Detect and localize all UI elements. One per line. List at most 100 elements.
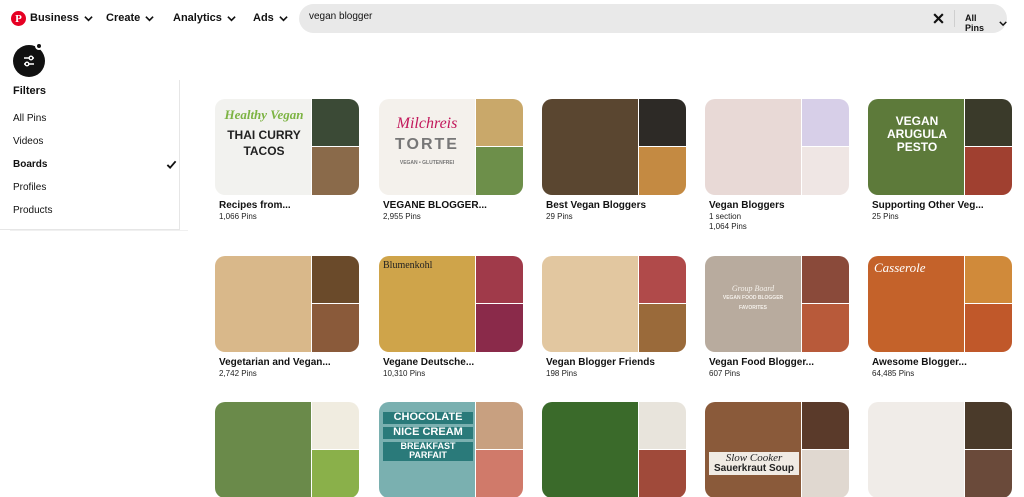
search-scope-dropdown[interactable]: All Pins [965, 13, 1007, 33]
board-cover-collage[interactable] [542, 402, 686, 497]
board-cover-collage[interactable]: Healthy Vegan THAI CURRY TACOS [215, 99, 359, 195]
nav-ads[interactable]: Ads [253, 12, 288, 24]
search-divider [954, 10, 955, 27]
nav-business[interactable]: Business [30, 12, 93, 24]
board-cover-collage[interactable] [868, 402, 1012, 497]
board-cover-collage[interactable] [705, 99, 849, 195]
board-cover-side-image [965, 304, 1012, 352]
cover-overlay-text: Healthy Vegan [224, 107, 304, 122]
board-pin-count: 10,310 Pins [383, 369, 426, 378]
chevron-down-icon [227, 15, 236, 21]
board-cover-side-image [965, 147, 1012, 195]
board-cover-side-image [639, 256, 686, 303]
board-pin-count: 64,485 Pins [872, 369, 915, 378]
filter-option-videos[interactable]: Videos [13, 136, 43, 147]
board-cover-collage[interactable]: Slow Cooker Sauerkraut Soup [705, 402, 849, 497]
board-cover-collage[interactable] [542, 99, 686, 195]
search-input[interactable] [309, 11, 909, 22]
board-cover-side-image [802, 256, 849, 303]
close-icon[interactable] [932, 12, 945, 25]
board-title[interactable]: Vegetarian and Vegan... [219, 357, 331, 368]
board-cover-collage[interactable]: Group Board VEGAN FOOD BLOGGER FAVORITES [705, 256, 849, 352]
board-card[interactable]: Milchreis TORTE VEGAN • GLUTENFREI VEGANE B… [379, 99, 523, 239]
board-cover-main-image [542, 402, 638, 497]
search-bar[interactable]: All Pins [299, 4, 1007, 33]
board-cover-collage[interactable]: Casserole [868, 256, 1012, 352]
board-title[interactable]: VEGANE BLOGGER... [383, 200, 487, 211]
board-cover-main-image [868, 402, 964, 497]
board-card[interactable]: CHOCOLATE NICE CREAM BREAKFAST PARFAIT [379, 402, 523, 497]
board-cover-collage[interactable]: VEGAN ARUGULA PESTO [868, 99, 1012, 195]
board-title[interactable]: Vegan Food Blogger... [709, 357, 814, 368]
board-cover-collage[interactable]: Blumenkohl [379, 256, 523, 352]
board-cover-main-image [542, 99, 638, 195]
board-pin-count: 25 Pins [872, 212, 899, 221]
board-card[interactable]: Vegan Bloggers 1 section 1,064 Pins [705, 99, 849, 239]
board-cover-side-image [476, 99, 523, 146]
board-cover-side-image [312, 402, 359, 449]
board-card[interactable]: Vegan Blogger Friends 198 Pins [542, 256, 686, 396]
cover-overlay-text: VEGAN • GLUTENFREI [399, 160, 455, 166]
board-title[interactable]: Recipes from... [219, 200, 291, 211]
board-cover-collage[interactable] [215, 402, 359, 497]
board-card[interactable]: Best Vegan Bloggers 29 Pins [542, 99, 686, 239]
board-card[interactable]: Blumenkohl Vegane Deutsche... 10,310 Pins [379, 256, 523, 396]
board-card[interactable]: Healthy Vegan THAI CURRY TACOS Recipes from… [215, 99, 359, 239]
board-cover-side-image [312, 450, 359, 497]
nav-analytics[interactable]: Analytics [173, 12, 236, 24]
filter-option-products[interactable]: Products [13, 205, 52, 216]
board-cover-main-image [705, 256, 801, 352]
board-card[interactable]: Slow Cooker Sauerkraut Soup [705, 402, 849, 497]
cover-overlay-text: VEGAN FOOD BLOGGER [722, 295, 784, 301]
board-card[interactable] [868, 402, 1012, 497]
filter-option-profiles[interactable]: Profiles [13, 182, 46, 193]
board-cover-side-image [965, 450, 1012, 497]
cover-overlay-text: Sauerkraut Soup [709, 463, 799, 475]
chevron-down-icon [279, 15, 288, 21]
board-card[interactable]: Vegetarian and Vegan... 2,742 Pins [215, 256, 359, 396]
board-cover-side-image [476, 450, 523, 497]
chevron-down-icon [84, 15, 93, 21]
board-cover-side-image [312, 99, 359, 146]
board-title[interactable]: Supporting Other Veg... [872, 200, 984, 211]
board-card[interactable] [542, 402, 686, 497]
board-card[interactable] [215, 402, 359, 497]
cover-overlay-text: VEGAN [895, 114, 939, 128]
board-cover-side-image [965, 402, 1012, 449]
board-title[interactable]: Vegan Bloggers [709, 200, 785, 211]
board-pin-count: 1,066 Pins [219, 212, 257, 221]
filter-option-all-pins[interactable]: All Pins [13, 113, 46, 124]
board-title[interactable]: Vegane Deutsche... [383, 357, 474, 368]
board-card[interactable]: VEGAN ARUGULA PESTO Supporting Other Veg...… [868, 99, 1012, 239]
board-pin-count: 29 Pins [546, 212, 573, 221]
board-title[interactable]: Best Vegan Bloggers [546, 200, 646, 211]
board-cover-side-image [802, 147, 849, 195]
board-cover-side-image [476, 304, 523, 352]
cover-overlay-text: BREAKFAST PARFAIT [383, 441, 473, 461]
cover-overlay-text: THAI CURRY [227, 128, 301, 142]
pinterest-logo-icon[interactable]: P [11, 11, 26, 26]
board-pin-count: 607 Pins [709, 369, 741, 378]
board-cover-side-image [965, 256, 1012, 303]
board-cover-collage[interactable] [215, 256, 359, 352]
nav-create[interactable]: Create [106, 12, 154, 24]
chevron-down-icon [145, 15, 154, 21]
cover-overlay-text: Blumenkohl [383, 260, 433, 271]
filter-option-boards[interactable]: Boards [13, 159, 47, 170]
board-cover-collage[interactable] [542, 256, 686, 352]
board-cover-side-image [639, 402, 686, 449]
cover-overlay-text: TACOS [243, 144, 285, 158]
board-cover-collage[interactable]: CHOCOLATE NICE CREAM BREAKFAST PARFAIT [379, 402, 523, 497]
board-title[interactable]: Vegan Blogger Friends [546, 357, 655, 368]
top-header: P Business Create Analytics Ads All Pins [0, 0, 1024, 38]
board-cover-main-image [215, 256, 311, 352]
board-cover-collage[interactable]: Milchreis TORTE VEGAN • GLUTENFREI [379, 99, 523, 195]
board-pin-count: 2,955 Pins [383, 212, 421, 221]
board-title[interactable]: Awesome Blogger... [872, 357, 967, 368]
board-card[interactable]: Casserole Awesome Blogger... 64,485 Pins [868, 256, 1012, 396]
board-meta: 1 section 1,064 Pins [709, 212, 747, 232]
cover-overlay-text: FAVORITES [739, 305, 767, 311]
board-cover-side-image [639, 99, 686, 146]
board-card[interactable]: Group Board VEGAN FOOD BLOGGER FAVORITES Ve… [705, 256, 849, 396]
board-cover-side-image [639, 450, 686, 497]
